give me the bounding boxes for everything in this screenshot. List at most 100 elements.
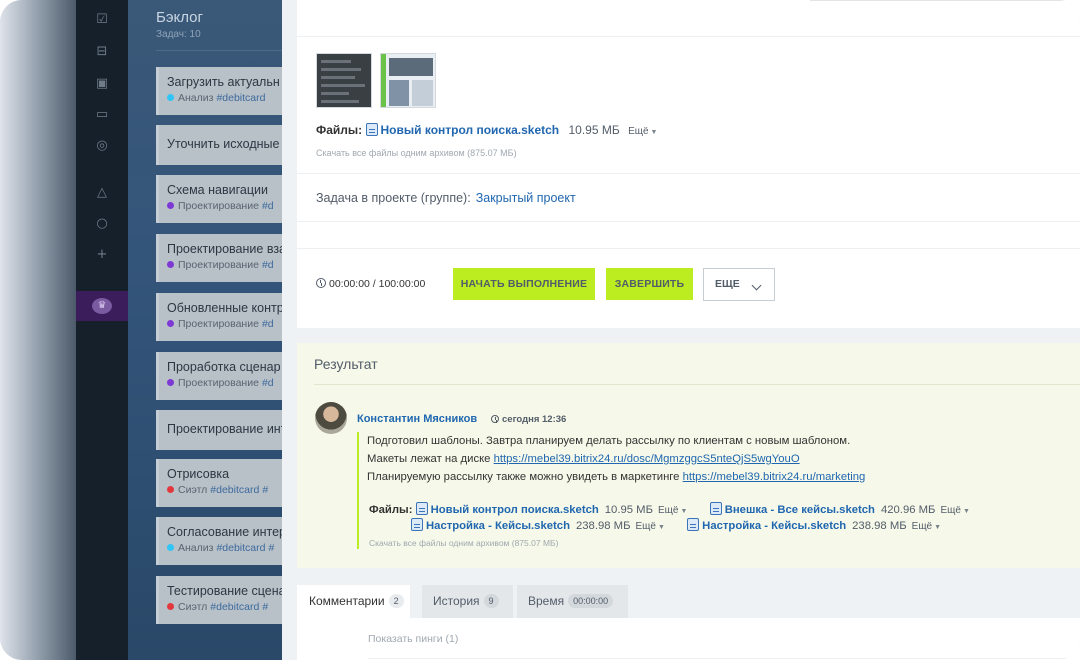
tag-label: Сиэтл	[178, 601, 208, 613]
task-detail-panel: Файлы: Новый контрол поиска.sketch 10.95…	[282, 0, 1080, 660]
left-sidebar: ☑ ⊟ ▣ ▭ ◎ △ ○ + ♛	[76, 0, 128, 660]
backlog-divider	[156, 50, 296, 51]
avatar[interactable]	[315, 402, 347, 434]
hashtag-extra[interactable]: #	[269, 542, 275, 554]
date-value: сегодня 12:36	[502, 414, 567, 425]
thumb-block	[389, 58, 433, 76]
files-row: Настройка - Кейсы.sketch 238.98 МБ Ещё ▼ На…	[411, 518, 970, 532]
sketch-file-icon	[365, 123, 378, 136]
marketing-link[interactable]: https://mebel39.bitrix24.ru/marketing	[683, 471, 866, 483]
thumb-row	[321, 60, 351, 63]
file-more-menu[interactable]: Ещё ▼	[658, 505, 687, 516]
backlog-column: Бэклог Задач: 10 Загрузить актуальн Анал…	[128, 0, 308, 660]
triangle-icon[interactable]: △	[94, 185, 110, 201]
tag-label: Проектирование	[178, 318, 259, 330]
file-size: 238.98 МБ	[575, 520, 631, 532]
show-pings-link[interactable]: Показать пинги (1)	[368, 633, 458, 645]
task-body: Файлы: Новый контрол поиска.sketch 10.95…	[297, 0, 1080, 328]
file-link[interactable]: Настройка - Кейсы.sketch	[702, 520, 846, 532]
hashtag[interactable]: #d	[262, 377, 274, 389]
files-row: Файлы: Новый контрол поиска.sketch 10.95…	[316, 123, 657, 137]
circle-icon[interactable]: ○	[94, 216, 110, 232]
tab-comments[interactable]: Комментарии 2	[297, 585, 410, 618]
file-more-menu[interactable]: Ещё ▼	[628, 126, 657, 137]
tag-label: Проектирование	[178, 200, 259, 212]
window-icon[interactable]: ▭	[94, 107, 110, 123]
more-label: Ещё	[658, 505, 679, 516]
hashtag[interactable]: #d	[262, 318, 274, 330]
divider	[297, 221, 1080, 222]
author-name[interactable]: Константин Мясников	[357, 413, 477, 425]
file-more-menu[interactable]: Ещё ▼	[940, 505, 969, 516]
start-task-button[interactable]: НАЧАТЬ ВЫПОЛНЕНИЕ	[453, 268, 595, 300]
check-circle-icon[interactable]: ◎	[94, 138, 110, 154]
result-title: Результат	[314, 356, 378, 372]
tab-time[interactable]: Время 00:00:00	[517, 585, 628, 618]
app-window: ☑ ⊟ ▣ ▭ ◎ △ ○ + ♛ Бэклог Задач: 10 Загру…	[0, 0, 1080, 660]
chevron-down-icon	[751, 280, 762, 291]
file-thumbnail[interactable]	[380, 53, 436, 108]
crown-item[interactable]: ♛	[76, 291, 128, 321]
caret-down-icon: ▼	[650, 129, 658, 136]
comment-line: Макеты лежат на диске https://mebel39.bi…	[367, 450, 1057, 468]
crown-icon: ♛	[92, 298, 112, 314]
download-archive-link[interactable]: Скачать все файлы одним архивом (875.07 …	[316, 148, 517, 158]
file-more-menu[interactable]: Ещё ▼	[635, 521, 664, 532]
sketch-file-icon	[709, 502, 722, 515]
file-size: 238.98 МБ	[852, 520, 907, 532]
comment-line: Планируемую рассылку также можно увидеть…	[367, 468, 1057, 486]
caret-down-icon: ▼	[657, 524, 665, 531]
file-link[interactable]: Внешка - Все кейсы.sketch	[725, 504, 875, 516]
calendar-icon[interactable]: ▣	[94, 76, 110, 92]
more-actions-button[interactable]: ЕЩЕ	[703, 268, 775, 301]
hashtag[interactable]: #debitcard	[210, 484, 259, 496]
desktop-background	[0, 0, 76, 660]
thumb-block	[389, 80, 409, 106]
comment-line: Подготовил шаблоны. Завтра планируем дел…	[367, 435, 851, 447]
caret-down-icon: ▼	[962, 508, 970, 515]
hashtag[interactable]: #debitcard	[210, 601, 259, 613]
download-archive-link[interactable]: Скачать все файлы одним архивом (875.07 …	[369, 538, 558, 548]
plus-icon[interactable]: +	[94, 247, 110, 263]
thumb-row	[321, 92, 349, 95]
file-link[interactable]: Новый контрол поиска.sketch	[381, 123, 560, 137]
finish-task-button[interactable]: ЗАВЕРШИТЬ	[606, 268, 693, 300]
tag-label: Анализ	[178, 92, 214, 104]
file-link[interactable]: Новый контрол поиска.sketch	[431, 504, 599, 516]
file-size: 420.96 МБ	[880, 504, 936, 516]
tag-dot	[167, 603, 174, 610]
tag-dot	[167, 486, 174, 493]
clock-icon	[491, 415, 499, 423]
more-label: Ещё	[940, 505, 961, 516]
hashtag[interactable]: #d	[262, 259, 274, 271]
files-label: Файлы:	[316, 123, 363, 137]
file-size: 10.95 МБ	[604, 504, 653, 516]
project-label: Задача в проекте (группе):	[316, 191, 471, 205]
file-thumbnail[interactable]	[316, 53, 372, 108]
hashtag[interactable]: #debitcard	[216, 542, 265, 554]
disk-link[interactable]: https://mebel39.bitrix24.ru/dosc/Mgmzggc…	[494, 453, 800, 465]
tag-dot	[167, 94, 174, 101]
caret-down-icon: ▼	[934, 524, 942, 531]
hashtag[interactable]: #debitcard	[216, 92, 265, 104]
inbox-icon[interactable]: ⊟	[94, 44, 110, 60]
hashtag[interactable]: #d	[262, 200, 274, 212]
more-label: Ещё	[911, 521, 933, 532]
timer: 00:00:00 / 100:00:00	[316, 278, 425, 290]
more-actions-label: ЕЩЕ	[715, 278, 740, 290]
project-link[interactable]: Закрытый проект	[476, 191, 576, 205]
tab-history[interactable]: История 9	[422, 585, 513, 618]
files-row: Файлы: Новый контрол поиска.sketch 10.95 …	[369, 502, 970, 516]
backlog-title: Бэклог	[156, 9, 203, 26]
thumb-row	[321, 68, 361, 71]
result-comment: Подготовил шаблоны. Завтра планируем дел…	[357, 432, 1057, 549]
tag-dot	[167, 202, 174, 209]
file-more-menu[interactable]: Ещё ▼	[912, 521, 941, 532]
hashtag-extra[interactable]: #	[262, 601, 268, 613]
tasks-icon[interactable]: ☑	[94, 12, 110, 28]
result-files: Файлы: Новый контрол поиска.sketch 10.95 …	[369, 502, 970, 532]
file-link[interactable]: Настройка - Кейсы.sketch	[426, 520, 570, 532]
history-count-badge: 9	[483, 594, 499, 608]
tag-dot	[167, 379, 174, 386]
hashtag-extra[interactable]: #	[262, 484, 268, 496]
